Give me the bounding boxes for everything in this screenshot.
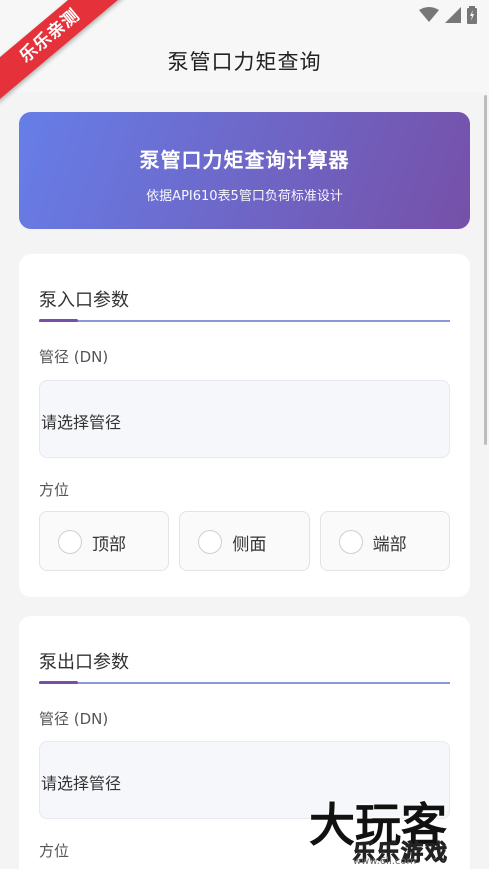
radio-circle-icon bbox=[58, 530, 82, 554]
section-divider bbox=[39, 682, 450, 684]
orientation-label-top: 顶部 bbox=[92, 535, 126, 555]
orientation-label-end: 端部 bbox=[372, 535, 407, 555]
banner-subtitle: 依据API610表5管口负荷标准设计 bbox=[146, 189, 343, 204]
status-icons bbox=[419, 6, 477, 24]
radio-circle-icon bbox=[338, 530, 363, 554]
inlet-diameter-label: 管径 (DN) bbox=[39, 348, 109, 366]
inlet-orientation-label: 方位 bbox=[39, 481, 70, 499]
orientation-option-top[interactable]: 顶部 bbox=[39, 511, 170, 571]
outlet-diameter-label: 管径 (DN) bbox=[39, 710, 109, 728]
orientation-option-end[interactable]: 端部 bbox=[319, 511, 450, 571]
banner-title: 泵管口力矩查询计算器 bbox=[139, 148, 350, 172]
wifi-icon bbox=[419, 7, 439, 22]
app-header: 泵管口力矩查询 bbox=[0, 32, 489, 92]
inlet-diameter-select[interactable]: 请选择管径 bbox=[39, 380, 450, 458]
section-divider bbox=[39, 320, 450, 322]
scrollbar[interactable] bbox=[484, 95, 487, 445]
radio-circle-icon bbox=[198, 530, 223, 554]
page-title: 泵管口力矩查询 bbox=[167, 50, 322, 74]
inlet-parameters-card: 泵入口参数 管径 (DN) 请选择管径 方位 顶部 侧面 端部 bbox=[19, 254, 470, 597]
outlet-diameter-placeholder: 请选择管径 bbox=[41, 774, 122, 793]
outlet-section-title: 泵出口参数 bbox=[39, 652, 129, 673]
orientation-label-side: 侧面 bbox=[232, 535, 267, 555]
calculator-banner: 泵管口力矩查询计算器 依据API610表5管口负荷标准设计 bbox=[19, 112, 470, 229]
outlet-orientation-label: 方位 bbox=[39, 842, 70, 860]
inlet-section-title: 泵入口参数 bbox=[39, 290, 129, 311]
watermark-url: www.6ll.com bbox=[353, 856, 417, 867]
inlet-orientation-group: 顶部 侧面 端部 bbox=[39, 511, 450, 571]
battery-icon bbox=[467, 6, 477, 24]
signal-icon bbox=[445, 7, 461, 23]
inlet-diameter-placeholder: 请选择管径 bbox=[41, 413, 122, 432]
site-watermark: 大玩客 乐乐游戏 www.6ll.com bbox=[293, 779, 473, 869]
section-accent-bar bbox=[39, 681, 78, 684]
section-accent-bar bbox=[39, 319, 78, 322]
orientation-option-side[interactable]: 侧面 bbox=[179, 511, 310, 571]
